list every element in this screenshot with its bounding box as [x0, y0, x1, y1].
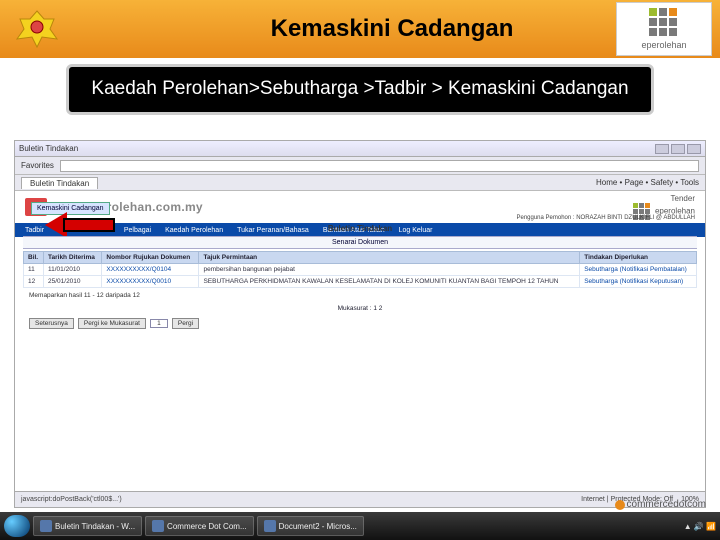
document-table: Bil. Tarikh Diterima Nombor Rujukan Doku… — [23, 251, 697, 288]
page-number-input[interactable]: 1 — [150, 319, 168, 328]
window-titlebar: Buletin Tindakan — [15, 141, 705, 157]
word-icon — [264, 520, 276, 532]
toolbar-group: Home • Page • Safety • Tools — [596, 178, 699, 187]
subpanel-title: Senarai Dokumen — [23, 236, 697, 249]
dot-icon — [615, 500, 625, 510]
goto-page-button[interactable]: Pergi ke Mukasurat — [78, 318, 146, 329]
browser-title: Buletin Tindakan — [19, 144, 78, 153]
system-tray[interactable]: ▲ 🔊 📶 — [684, 522, 716, 531]
ie-icon — [40, 520, 52, 532]
panel-title: Buletin Tindakan — [23, 221, 697, 236]
footer-brand-text: commercedotcom — [627, 499, 706, 510]
tender-label: Tender — [671, 194, 695, 203]
col-tindakan: Tindakan Diperlukan — [580, 252, 697, 264]
favorites-button[interactable]: Favorites — [21, 161, 54, 170]
toolbar-page[interactable]: Page — [625, 178, 644, 187]
toolbar-safety[interactable]: Safety — [651, 178, 674, 187]
minimize-button[interactable] — [655, 144, 669, 154]
app-header: www.eperolehan.com.my Tender eperolehan … — [15, 191, 705, 223]
table-row: 11 11/01/2010 XXXXXXXXXX/Q0104 pembersih… — [24, 264, 697, 276]
footer-brand: commercedotcom — [615, 499, 706, 510]
toolbar-home[interactable]: Home — [596, 178, 617, 187]
windows-taskbar: Buletin Tindakan - W... Commerce Dot Com… — [0, 512, 720, 540]
col-rujukan: Nombor Rujukan Dokumen — [102, 252, 199, 264]
brand-logo: eperolehan — [616, 2, 712, 56]
brand-name: eperolehan — [641, 40, 686, 50]
results-count: Memaparkan hasil 11 - 12 daripada 12 — [29, 292, 140, 299]
close-button[interactable] — [687, 144, 701, 154]
address-bar[interactable] — [60, 160, 699, 172]
status-text: javascript:doPostBack('ctl00$...') — [21, 496, 122, 503]
table-row: 12 25/01/2010 XXXXXXXXXX/Q0010 SEBUTHARG… — [24, 276, 697, 288]
page-indicator: Mukasurat : 1 2 — [23, 303, 697, 314]
maximize-button[interactable] — [671, 144, 685, 154]
action-link[interactable]: Sebutharga (Notifikasi Keputusan) — [580, 276, 697, 288]
browser-tab[interactable]: Buletin Tindakan — [21, 177, 98, 189]
next-button[interactable]: Seterusnya — [29, 318, 74, 329]
breadcrumb-banner: Kaedah Perolehan>Sebutharga >Tadbir > Ke… — [66, 64, 653, 115]
taskbar-item[interactable]: Document2 - Micros... — [257, 516, 364, 536]
app-icon — [152, 520, 164, 532]
action-link[interactable]: Sebutharga (Notifikasi Pembatalan) — [580, 264, 697, 276]
grid-icon — [649, 8, 679, 38]
go-button[interactable]: Pergi — [172, 318, 199, 329]
taskbar-item[interactable]: Buletin Tindakan - W... — [33, 516, 142, 536]
start-button[interactable] — [4, 515, 30, 537]
doc-ref-link[interactable]: XXXXXXXXXX/Q0104 — [102, 264, 199, 276]
col-tarikh: Tarikh Diterima — [44, 252, 102, 264]
col-bil: Bil. — [24, 252, 44, 264]
browser-toolbar: Favorites — [15, 157, 705, 175]
col-tajuk: Tajuk Permintaan — [199, 252, 580, 264]
browser-window: Buletin Tindakan Favorites Buletin Tinda… — [14, 140, 706, 508]
doc-ref-link[interactable]: XXXXXXXXXX/Q0010 — [102, 276, 199, 288]
toolbar-tools[interactable]: Tools — [680, 178, 699, 187]
browser-statusbar: javascript:doPostBack('ctl00$...') Inter… — [15, 491, 705, 507]
malaysia-crest-icon — [10, 7, 64, 51]
taskbar-item[interactable]: Commerce Dot Com... — [145, 516, 254, 536]
